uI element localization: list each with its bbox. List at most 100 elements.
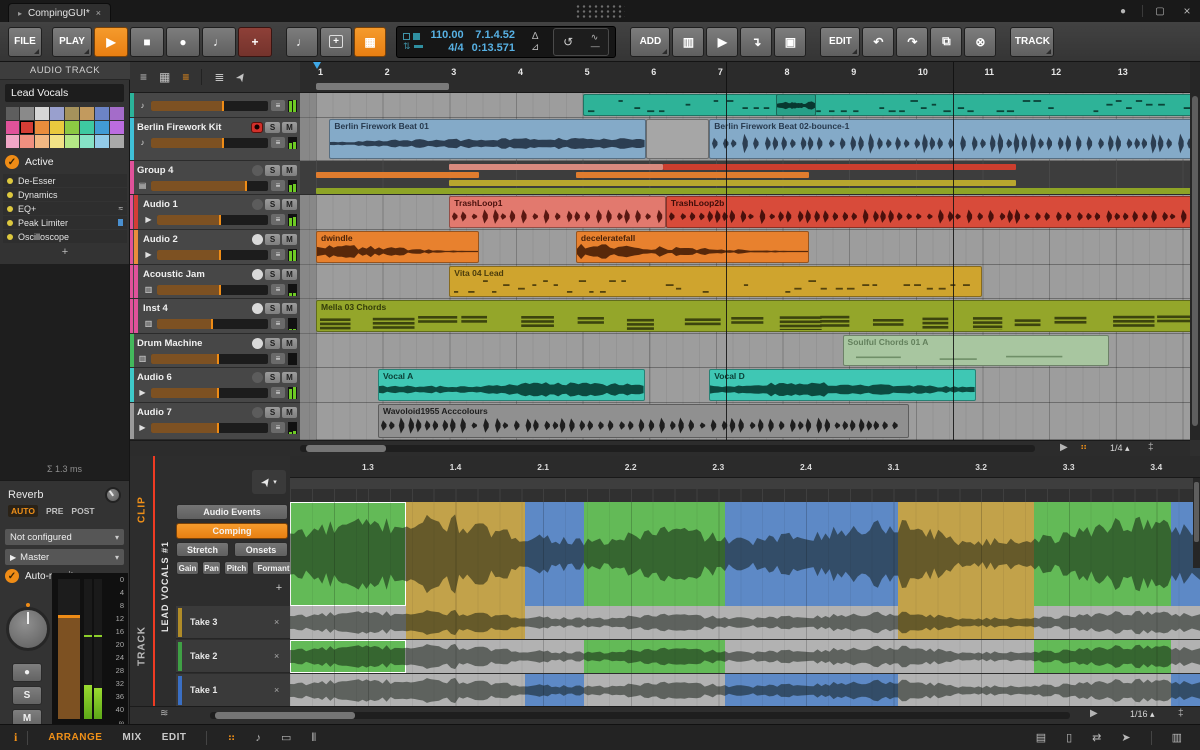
- add-take-button[interactable]: +: [272, 582, 286, 594]
- metronome-icon[interactable]: ∆ ⊿: [531, 31, 539, 53]
- tab-track[interactable]: TRACK: [132, 606, 152, 686]
- record-arm-button[interactable]: ●: [12, 663, 42, 682]
- palette-color[interactable]: [80, 121, 94, 134]
- audio-events-button[interactable]: Audio Events: [176, 504, 288, 520]
- solo-button[interactable]: S: [265, 303, 280, 314]
- view-tab-edit[interactable]: EDIT: [162, 732, 187, 743]
- device-item[interactable]: Peak Limiter: [3, 216, 127, 229]
- arranger-vertical-scrollbar[interactable]: [1190, 62, 1200, 440]
- track-volume-fader[interactable]: [151, 388, 268, 398]
- track-menu-button[interactable]: ≡: [271, 137, 285, 148]
- track-volume-fader[interactable]: [151, 181, 268, 191]
- take-lane-3[interactable]: [290, 606, 1200, 639]
- redo-button[interactable]: ↷: [896, 27, 928, 57]
- output-select[interactable]: ▶Master ▾: [5, 549, 124, 565]
- comping-lanes[interactable]: 1.31.42.12.22.32.43.13.23.33.4: [290, 456, 1200, 706]
- layers-icon[interactable]: ≋: [160, 708, 168, 719]
- palette-color[interactable]: [35, 107, 49, 120]
- follow-button[interactable]: ▶: [706, 27, 738, 57]
- arranger-row[interactable]: TrashLoop1TrashLoop2b: [300, 195, 1190, 230]
- song-position[interactable]: 7.1.4.52: [472, 29, 515, 42]
- device-item[interactable]: EQ+≈: [3, 202, 127, 215]
- formant-button[interactable]: Formant: [252, 561, 295, 575]
- palette-color[interactable]: [20, 107, 34, 120]
- device-item[interactable]: De-Esser: [3, 174, 127, 187]
- track-volume-fader[interactable]: [151, 423, 268, 433]
- arranger-row[interactable]: Wavoloid1955 Acccolours: [300, 403, 1190, 440]
- browser-button[interactable]: ▣: [774, 27, 806, 57]
- note-link-icon[interactable]: ♪: [256, 732, 262, 744]
- track-menu-button[interactable]: ≡: [271, 180, 285, 191]
- loop-icon[interactable]: ↺: [563, 35, 573, 49]
- palette-color[interactable]: [50, 121, 64, 134]
- track-volume-fader[interactable]: [151, 138, 268, 148]
- solo-button[interactable]: S: [265, 372, 280, 383]
- palette-color[interactable]: [95, 107, 109, 120]
- add-device-button[interactable]: +: [3, 246, 127, 260]
- device-chain-area[interactable]: [0, 264, 129, 480]
- arrange-view-icon[interactable]: ≡: [182, 70, 189, 84]
- display-icon[interactable]: ▭: [281, 732, 291, 744]
- clip[interactable]: [646, 119, 709, 159]
- pointer-icon[interactable]: ➤: [1121, 731, 1130, 744]
- palette-color[interactable]: [95, 121, 109, 134]
- device-item[interactable]: Oscilloscope: [3, 230, 127, 243]
- clip-launcher-button[interactable]: ▦: [354, 27, 386, 57]
- active-toggle[interactable]: ✓ Active: [5, 154, 54, 170]
- track-header-audio-6[interactable]: Audio 6SM▶≡: [130, 368, 300, 403]
- input-select[interactable]: Not configured▾: [5, 529, 124, 545]
- solo-button[interactable]: S: [265, 407, 280, 418]
- palette-color[interactable]: [20, 121, 34, 134]
- record-arm-button[interactable]: [251, 122, 263, 133]
- arranger-timeline[interactable]: 12345678910111213 Berlin Firework Beat 0…: [300, 62, 1190, 440]
- take-row-take-2[interactable]: Take 2×: [176, 640, 290, 673]
- clip[interactable]: Vocal A: [378, 369, 645, 401]
- clip[interactable]: Mella 03 Chords: [316, 300, 1190, 332]
- track-volume-fader[interactable]: [157, 215, 268, 225]
- track-header-drum-machine[interactable]: Drum MachineSM▥≡: [130, 334, 300, 368]
- pin-icon[interactable]: ‡: [1178, 708, 1184, 719]
- pointer-tool-icon[interactable]: ➤: [233, 69, 250, 85]
- volume-fader[interactable]: [58, 579, 80, 719]
- pitch-button[interactable]: Pitch: [224, 561, 249, 575]
- mixer-bars-icon[interactable]: ⫴: [311, 732, 316, 744]
- arranger-row[interactable]: [300, 93, 1190, 118]
- track-volume-fader[interactable]: [157, 285, 268, 295]
- palette-color[interactable]: [110, 121, 124, 134]
- track-list-icon[interactable]: ≡: [140, 70, 147, 84]
- device-enabled-dot[interactable]: [7, 178, 13, 184]
- piano-icon[interactable]: ▥: [1172, 731, 1182, 744]
- comping-button[interactable]: Comping: [176, 523, 288, 539]
- record-arm-button[interactable]: [252, 269, 263, 280]
- clip[interactable]: deceleratefall: [576, 231, 809, 263]
- duplicate-button[interactable]: ⧉: [930, 27, 962, 57]
- tab-close-icon[interactable]: ×: [96, 8, 101, 18]
- send-mode-post[interactable]: POST: [71, 506, 94, 516]
- clip[interactable]: dwindle: [316, 231, 479, 263]
- edit-menu-button[interactable]: EDIT: [820, 27, 860, 57]
- arranger-row[interactable]: [300, 161, 1190, 195]
- record-arm-button[interactable]: [252, 165, 263, 176]
- take-lane-2[interactable]: [290, 640, 1200, 673]
- jump-button[interactable]: ↴: [740, 27, 772, 57]
- view-tab-mix[interactable]: MIX: [122, 732, 141, 743]
- solo-button[interactable]: S: [265, 338, 280, 349]
- send-mode-pre[interactable]: PRE: [46, 506, 63, 516]
- arranger-row[interactable]: Vita 04 Lead: [300, 265, 1190, 299]
- piano-mode-button[interactable]: ▥: [672, 27, 704, 57]
- track-menu-button[interactable]: ≡: [271, 284, 285, 295]
- arranger-row[interactable]: Vocal AVocal D: [300, 368, 1190, 403]
- arranger-grid-setting[interactable]: 1/4 ▴: [1110, 443, 1130, 454]
- info-icon[interactable]: i: [14, 730, 17, 745]
- drag-handle-dots[interactable]: [575, 4, 625, 18]
- palette-color[interactable]: [80, 135, 94, 148]
- record-arm-button[interactable]: [252, 234, 263, 245]
- mute-button[interactable]: M: [282, 122, 297, 133]
- arranger-row[interactable]: dwindle deceleratefall: [300, 230, 1190, 265]
- snap-dots-icon[interactable]: ⠶: [1080, 442, 1087, 453]
- send-mode-auto[interactable]: AUTO: [8, 505, 38, 517]
- track-menu-button[interactable]: ≡: [271, 100, 285, 111]
- track-header-audio-7[interactable]: Audio 7SM▶≡: [130, 403, 300, 440]
- clip[interactable]: [583, 94, 1190, 116]
- track-header-group-4[interactable]: Group 4SM▤≡: [130, 161, 300, 195]
